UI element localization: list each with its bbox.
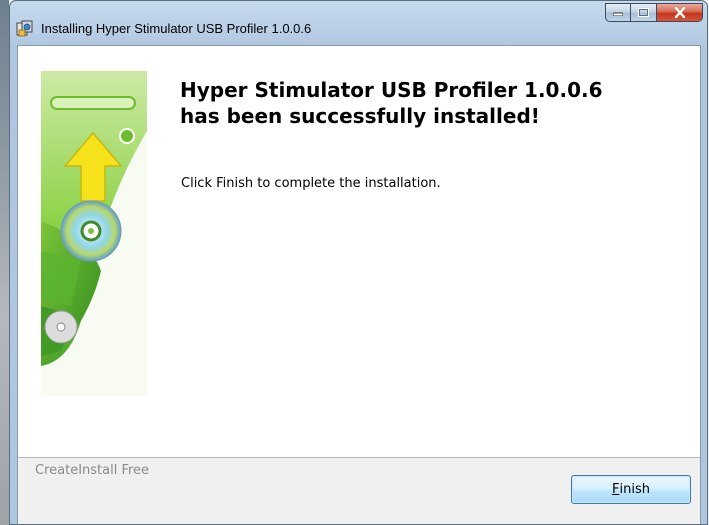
instruction-text: Click Finish to complete the installatio…	[181, 176, 441, 191]
finish-button[interactable]: Finish	[571, 475, 691, 504]
window-title: Installing Hyper Stimulator USB Profiler…	[41, 21, 312, 36]
installer-banner-icon	[41, 71, 147, 396]
close-button[interactable]	[657, 3, 703, 22]
dialog-client-area: Hyper Stimulator USB Profiler 1.0.0.6 ha…	[17, 45, 701, 524]
install-complete-heading: Hyper Stimulator USB Profiler 1.0.0.6 ha…	[180, 78, 603, 128]
minimize-button[interactable]	[605, 3, 631, 22]
minimize-icon	[613, 12, 623, 16]
desktop-background	[0, 0, 9, 525]
finish-label: inish	[619, 482, 650, 497]
caption-buttons	[605, 3, 703, 22]
installer-window: Installing Hyper Stimulator USB Profiler…	[9, 0, 708, 525]
installer-app-icon	[16, 20, 33, 37]
content-panel: Hyper Stimulator USB Profiler 1.0.0.6 ha…	[18, 46, 700, 457]
installer-brand-label: CreateInstall Free	[35, 463, 150, 478]
footer-panel: CreateInstall Free Finish	[18, 458, 700, 524]
maximize-button[interactable]	[631, 3, 657, 22]
maximize-icon	[638, 8, 649, 17]
title-bar[interactable]: Installing Hyper Stimulator USB Profiler…	[10, 1, 707, 45]
finish-mnemonic: F	[612, 482, 620, 497]
close-icon	[674, 7, 685, 18]
